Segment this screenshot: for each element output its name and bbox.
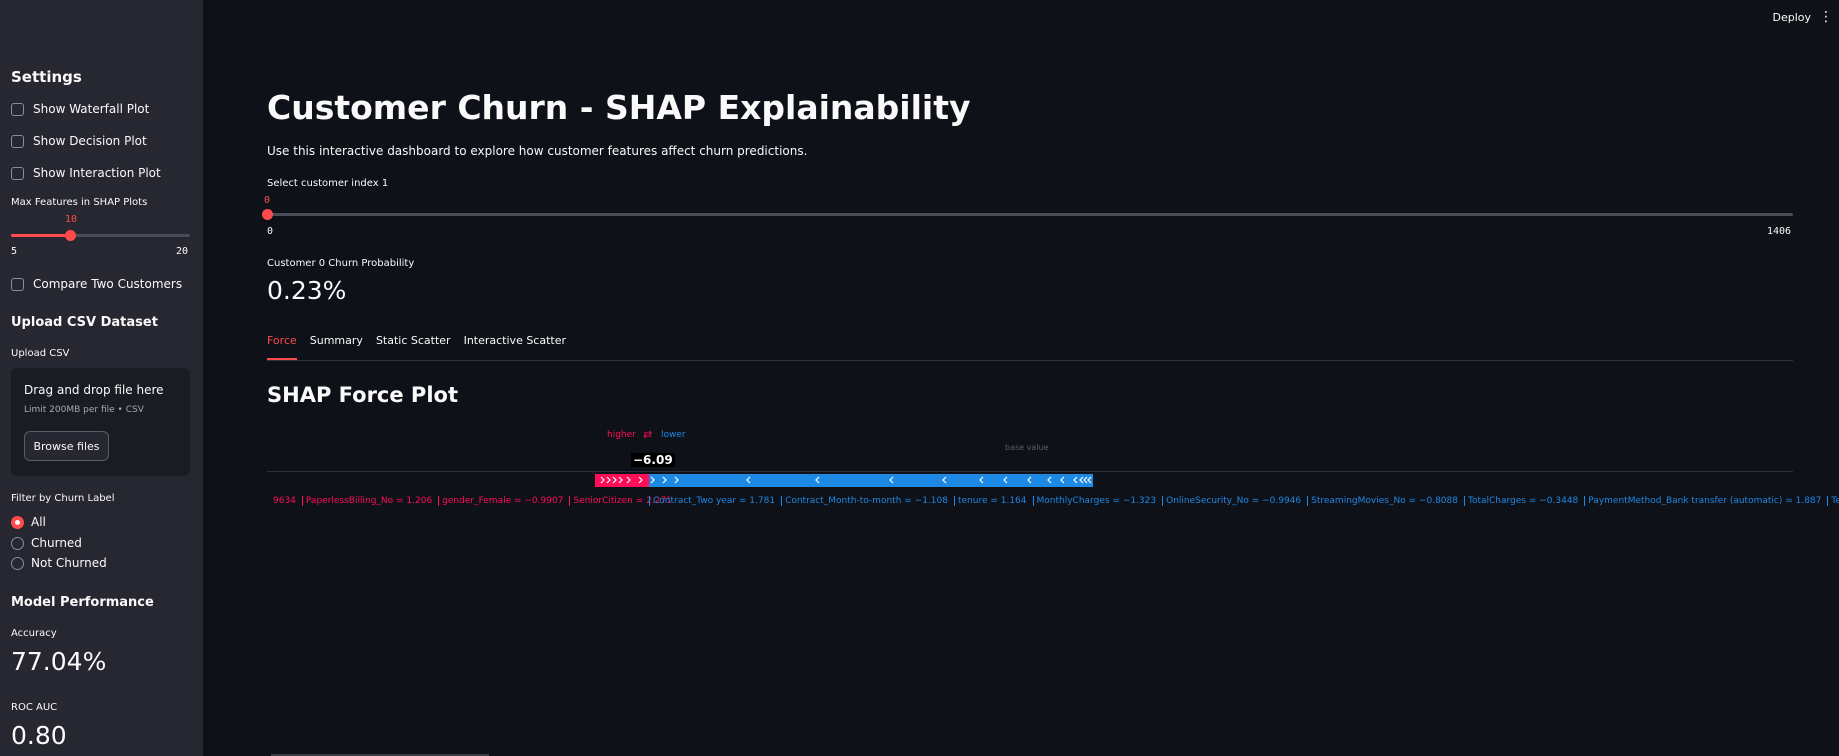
feature-label: Contract_Month-to-month = −1.108 xyxy=(781,496,948,506)
sidebar: Settings Show Waterfall Plot Show Decisi… xyxy=(0,0,203,756)
index-slider-thumb[interactable] xyxy=(262,209,273,220)
radio-not-churned[interactable]: Not Churned xyxy=(11,556,107,570)
checkbox-icon[interactable] xyxy=(11,102,24,116)
feature-label: 9634 xyxy=(273,496,296,506)
checkbox-icon[interactable] xyxy=(11,134,24,148)
checkbox-waterfall[interactable]: Show Waterfall Plot xyxy=(11,102,149,116)
tab-bar: Force Summary Static Scatter Interactive… xyxy=(267,334,1793,361)
output-value: −6.09 xyxy=(631,453,675,467)
lower-label: lower xyxy=(661,430,686,440)
checkbox-decision[interactable]: Show Decision Plot xyxy=(11,134,147,148)
tab-summary[interactable]: Summary xyxy=(310,334,363,360)
max-features-min: 5 xyxy=(11,246,18,257)
settings-title: Settings xyxy=(11,68,82,86)
index-slider-min: 0 xyxy=(267,226,274,237)
radio-icon[interactable] xyxy=(11,536,24,550)
tab-force[interactable]: Force xyxy=(267,334,297,360)
feature-label: PaymentMethod_Bank transfer (automatic) … xyxy=(1584,496,1821,506)
base-value-label: base value xyxy=(1005,443,1049,452)
tab-static-scatter[interactable]: Static Scatter xyxy=(376,334,451,360)
perf-title: Model Performance xyxy=(11,595,154,610)
index-slider-label: Select customer index 1 xyxy=(267,178,389,189)
radio-churned[interactable]: Churned xyxy=(11,536,82,550)
file-dropzone[interactable]: Drag and drop file here Limit 200MB per … xyxy=(11,368,190,476)
force-labels-negative: Contract_Two year = 1.781 Contract_Month… xyxy=(649,496,1839,506)
negative-bar xyxy=(649,474,1093,487)
index-slider-track[interactable] xyxy=(267,213,1793,216)
feature-label: gender_Female = −0.9907 xyxy=(438,496,563,506)
upload-label: Upload CSV xyxy=(11,348,70,359)
prob-value: 0.23% xyxy=(267,276,347,305)
max-features-fill xyxy=(11,234,71,237)
page-description: Use this interactive dashboard to explor… xyxy=(267,144,808,158)
feature-label: OnlineSecurity_No = −0.9946 xyxy=(1162,496,1301,506)
max-features-value: 10 xyxy=(65,214,78,225)
tab-interactive-scatter[interactable]: Interactive Scatter xyxy=(464,334,566,360)
page-title: Customer Churn - SHAP Explainability xyxy=(267,88,971,127)
max-features-max: 20 xyxy=(176,246,189,257)
accuracy-label: Accuracy xyxy=(11,628,57,639)
rocauc-label: ROC AUC xyxy=(11,702,58,713)
checkbox-label: Show Waterfall Plot xyxy=(33,102,150,116)
checkbox-label: Show Interaction Plot xyxy=(33,166,161,180)
radio-all[interactable]: All xyxy=(11,515,46,529)
max-features-thumb[interactable] xyxy=(65,230,76,241)
higher-label: higher xyxy=(607,430,636,440)
checkbox-compare[interactable]: Compare Two Customers xyxy=(11,277,182,291)
accuracy-value: 77.04% xyxy=(11,647,107,676)
checkbox-label: Compare Two Customers xyxy=(33,277,183,291)
swap-arrows-icon: ⇄ xyxy=(643,428,653,441)
upload-title: Upload CSV Dataset xyxy=(11,315,158,330)
prob-label: Customer 0 Churn Probability xyxy=(267,258,415,269)
section-title: SHAP Force Plot xyxy=(267,383,458,407)
main-content: Customer Churn - SHAP Explainability Use… xyxy=(203,0,1839,756)
dropzone-text: Drag and drop file here xyxy=(24,383,164,397)
feature-label: PaperlessBilling_No = 1.206 xyxy=(301,496,432,506)
feature-label: MonthlyCharges = −1.323 xyxy=(1032,496,1156,506)
index-slider-value: 0 xyxy=(264,195,271,206)
radio-label: Churned xyxy=(31,536,82,550)
browse-files-button[interactable]: Browse files xyxy=(24,431,109,461)
max-features-label: Max Features in SHAP Plots xyxy=(11,197,148,208)
feature-label: StreamingMovies_No = −0.8088 xyxy=(1307,496,1458,506)
force-plot-bars xyxy=(595,474,1093,487)
radio-label: All xyxy=(31,515,46,529)
radio-icon[interactable] xyxy=(11,515,24,529)
dropzone-limit: Limit 200MB per file • CSV xyxy=(24,405,144,415)
radio-icon[interactable] xyxy=(11,556,24,570)
checkbox-interaction[interactable]: Show Interaction Plot xyxy=(11,166,161,180)
radio-label: Not Churned xyxy=(31,556,107,570)
feature-label: TechSupp xyxy=(1827,496,1839,506)
checkbox-label: Show Decision Plot xyxy=(33,134,147,148)
index-slider-max: 1406 xyxy=(1767,226,1792,237)
checkbox-icon[interactable] xyxy=(11,166,24,180)
force-labels-positive: 9634 PaperlessBilling_No = 1.206 gender_… xyxy=(273,496,672,506)
feature-label: tenure = 1.164 xyxy=(953,496,1027,506)
feature-label: Contract_Two year = 1.781 xyxy=(649,496,775,506)
feature-label: TotalCharges = −0.3448 xyxy=(1463,496,1578,506)
rocauc-value: 0.80 xyxy=(11,721,67,750)
checkbox-icon[interactable] xyxy=(11,277,24,291)
filter-label: Filter by Churn Label xyxy=(11,493,115,504)
